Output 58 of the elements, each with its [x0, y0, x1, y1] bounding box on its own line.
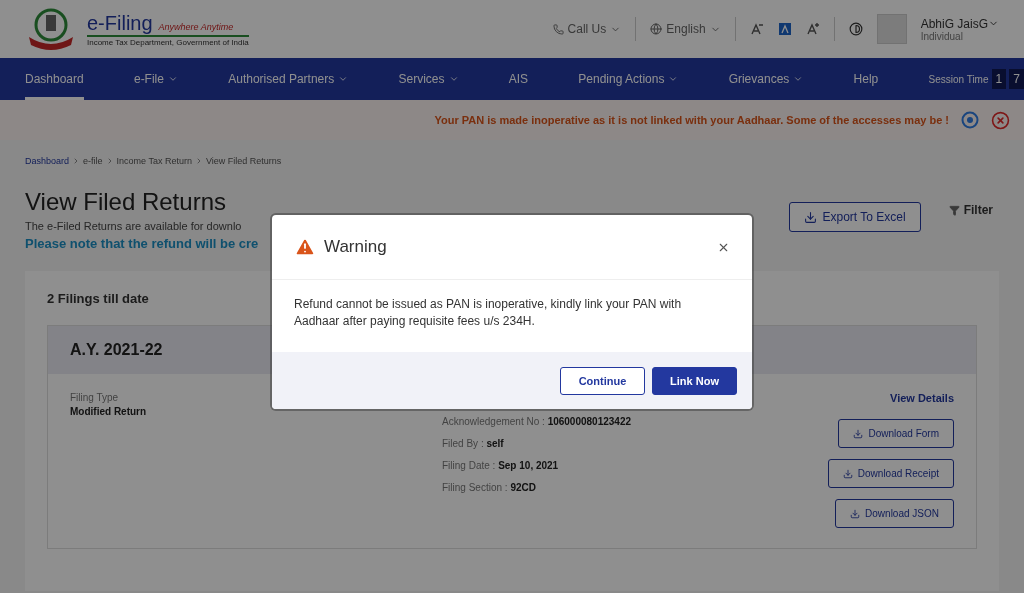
session-label: Session Time	[928, 73, 989, 85]
language-menu[interactable]: English	[650, 22, 721, 36]
link-now-button[interactable]: Link Now	[652, 366, 737, 395]
info-text: The e-Filed Returns are available for downlo	[25, 220, 243, 232]
user-role: Individual	[920, 30, 964, 42]
logo-tagline: Anywhere Anytime	[158, 21, 234, 32]
filings-count: 2 Filings till date	[47, 291, 149, 306]
decrease-font-icon[interactable]	[749, 22, 764, 36]
nav-tab[interactable]: Pending Actions	[578, 58, 679, 100]
download-icon	[803, 210, 817, 224]
user-name[interactable]: AbhiG JaisG	[920, 16, 999, 31]
phone-icon	[552, 23, 564, 35]
increase-font-icon[interactable]	[805, 22, 820, 36]
globe-icon	[650, 23, 663, 35]
detail-text: Acknowledgement No : 106000080123422	[442, 416, 632, 427]
filter-icon	[948, 204, 960, 216]
nav-tab[interactable]: Grievances	[728, 58, 804, 100]
breadcrumb-link[interactable]: e-file	[83, 156, 103, 166]
nav-tab[interactable]: AIS	[508, 58, 529, 100]
export-button[interactable]: Export To Excel	[788, 202, 921, 232]
nav-tab[interactable]: Services	[398, 58, 459, 100]
warning-icon	[294, 236, 316, 258]
timer-digit: 7	[1009, 69, 1024, 89]
timer-digit: 1	[991, 69, 1007, 89]
pause-icon[interactable]	[961, 111, 979, 129]
download-icon	[850, 508, 861, 519]
download-icon	[842, 468, 853, 479]
download-button[interactable]: Download Receipt	[827, 459, 954, 488]
breadcrumb-link[interactable]: View Filed Returns	[205, 156, 282, 166]
breadcrumb-link[interactable]: Dashboard	[25, 156, 70, 166]
view-details-link[interactable]: View Details	[890, 392, 954, 404]
detail-text: Filed By : self	[442, 438, 504, 449]
continue-button[interactable]: Continue	[560, 366, 645, 395]
nav-tab[interactable]: e-File	[133, 58, 178, 100]
avatar	[876, 14, 907, 44]
breadcrumb-link[interactable]: Income Tax Return	[116, 156, 192, 166]
dialog-title: Warning	[324, 237, 387, 257]
download-icon	[853, 428, 864, 439]
detail-text: Filing Section : 92CD	[442, 482, 536, 493]
contrast-icon[interactable]	[848, 22, 863, 36]
call-us-menu[interactable]: Call Us	[552, 22, 622, 36]
dialog-message: Refund cannot be issued as PAN is inoperative, kindly link your PAN with Aadhaar after paying requisite fees u/s 234H.	[294, 296, 683, 331]
field-label: Filing Type	[70, 392, 119, 403]
download-button[interactable]: Download Form	[838, 419, 954, 448]
alert-message: Your PAN is made inoperative as it is not linked with your Aadhaar. Some of the accesses may be !	[434, 114, 949, 126]
detail-text: Filing Date : Sep 10, 2021	[442, 460, 559, 471]
page-title: View Filed Returns	[25, 188, 227, 216]
logo-title: e-Filing	[87, 11, 153, 34]
field-value: Modified Return	[70, 406, 147, 417]
year-title: A.Y. 2021-22	[70, 341, 163, 359]
refund-note: Please note that the refund will be cre	[25, 236, 259, 251]
close-icon[interactable]	[991, 110, 1010, 130]
logo-subtitle: Income Tax Department, Government of India	[87, 34, 249, 47]
nav-tab[interactable]: Help	[853, 58, 879, 100]
nav-tab[interactable]: Authorised Partners	[228, 58, 349, 100]
filter-button[interactable]: Filter	[942, 202, 999, 218]
download-button[interactable]: Download JSON	[835, 499, 954, 528]
reset-font-icon[interactable]	[777, 22, 792, 36]
